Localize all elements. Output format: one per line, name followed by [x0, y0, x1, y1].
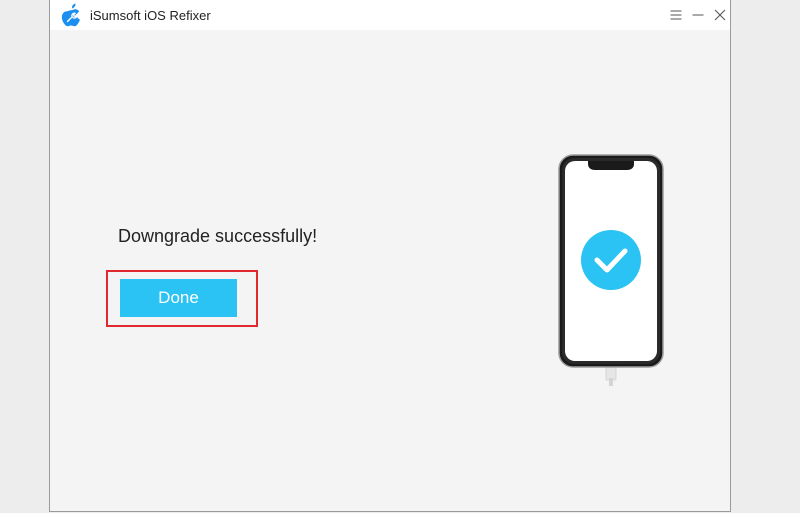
iphone-check-icon	[558, 154, 666, 386]
title-bar: iSumsoft iOS Refixer	[50, 0, 730, 30]
status-message: Downgrade successfully!	[118, 226, 318, 246]
done-button[interactable]: Done	[120, 279, 237, 317]
menu-icon[interactable]	[666, 5, 686, 25]
app-logo-icon	[60, 3, 82, 27]
close-icon[interactable]	[710, 5, 730, 25]
app-title: iSumsoft iOS Refixer	[90, 8, 211, 23]
minimize-icon[interactable]	[688, 5, 708, 25]
app-window: iSumsoft iOS Refixer Downgrade successfu…	[49, 0, 731, 512]
